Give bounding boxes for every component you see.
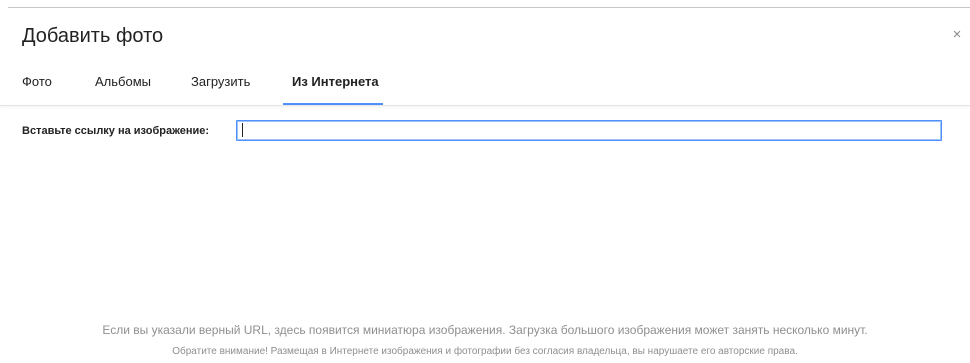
tab-upload[interactable]: Загрузить bbox=[191, 73, 250, 91]
add-photo-dialog: Добавить фото × Фото Альбомы Загрузить И… bbox=[0, 0, 970, 363]
close-icon[interactable]: × bbox=[950, 27, 964, 43]
top-divider bbox=[8, 7, 970, 8]
preview-hint-text: Если вы указали верный URL, здесь появит… bbox=[102, 323, 868, 337]
image-url-label: Вставьте ссылку на изображение: bbox=[22, 125, 210, 137]
tab-bar: Фото Альбомы Загрузить Из Интернета bbox=[0, 63, 970, 106]
tab-from-internet[interactable]: Из Интернета bbox=[292, 73, 379, 91]
image-url-input[interactable] bbox=[236, 120, 942, 141]
text-caret bbox=[242, 123, 243, 137]
tabs-divider bbox=[0, 105, 970, 106]
tab-albums[interactable]: Альбомы bbox=[95, 73, 151, 91]
tab-photos[interactable]: Фото bbox=[22, 73, 52, 91]
copyright-warning-text: Обратите внимание! Размещая в Интернете … bbox=[172, 346, 798, 357]
dialog-title: Добавить фото bbox=[22, 25, 164, 47]
